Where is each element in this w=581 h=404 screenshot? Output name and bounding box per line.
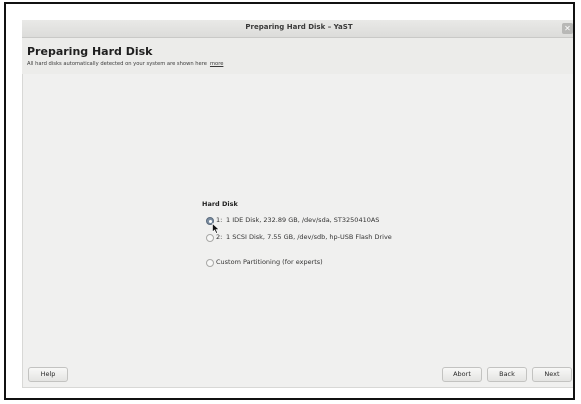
next-button[interactable]: Next	[532, 367, 572, 382]
close-icon[interactable]: ✕	[562, 23, 573, 34]
yast-window: Preparing Hard Disk – YaST ✕ Preparing H…	[22, 20, 573, 388]
window-titlebar: Preparing Hard Disk – YaST ✕	[22, 20, 573, 38]
disk-option-2-number: 2:	[216, 233, 223, 241]
photo-frame: Preparing Hard Disk – YaST ✕ Preparing H…	[4, 2, 575, 400]
main-content: Hard Disk 1: 1 IDE Disk, 232.89 GB, /dev…	[22, 74, 573, 364]
help-button[interactable]: Help	[28, 367, 68, 382]
back-button[interactable]: Back	[487, 367, 527, 382]
radio-disk-2[interactable]	[206, 234, 214, 242]
page-title: Preparing Hard Disk	[27, 45, 153, 58]
custom-partitioning-label: Custom Partitioning (for experts)	[216, 258, 323, 266]
page-header: Preparing Hard Disk All hard disks autom…	[22, 38, 573, 74]
page-subtitle-row: All hard disks automatically detected on…	[27, 61, 223, 67]
hard-disk-label: Hard Disk	[202, 200, 238, 208]
more-link[interactable]: more	[210, 61, 223, 67]
window-title: Preparing Hard Disk – YaST	[245, 23, 353, 31]
abort-button[interactable]: Abort	[442, 367, 482, 382]
disk-option-2-label: 1 SCSI Disk, 7.55 GB, /dev/sdb, hp-USB F…	[226, 233, 392, 241]
radio-custom-partitioning[interactable]	[206, 259, 214, 267]
button-bar: Help Abort Back Next	[22, 364, 573, 388]
page-subtitle: All hard disks automatically detected on…	[27, 61, 207, 67]
mouse-pointer-icon	[212, 223, 220, 234]
disk-option-1-label: 1 IDE Disk, 232.89 GB, /dev/sda, ST32504…	[226, 216, 380, 224]
